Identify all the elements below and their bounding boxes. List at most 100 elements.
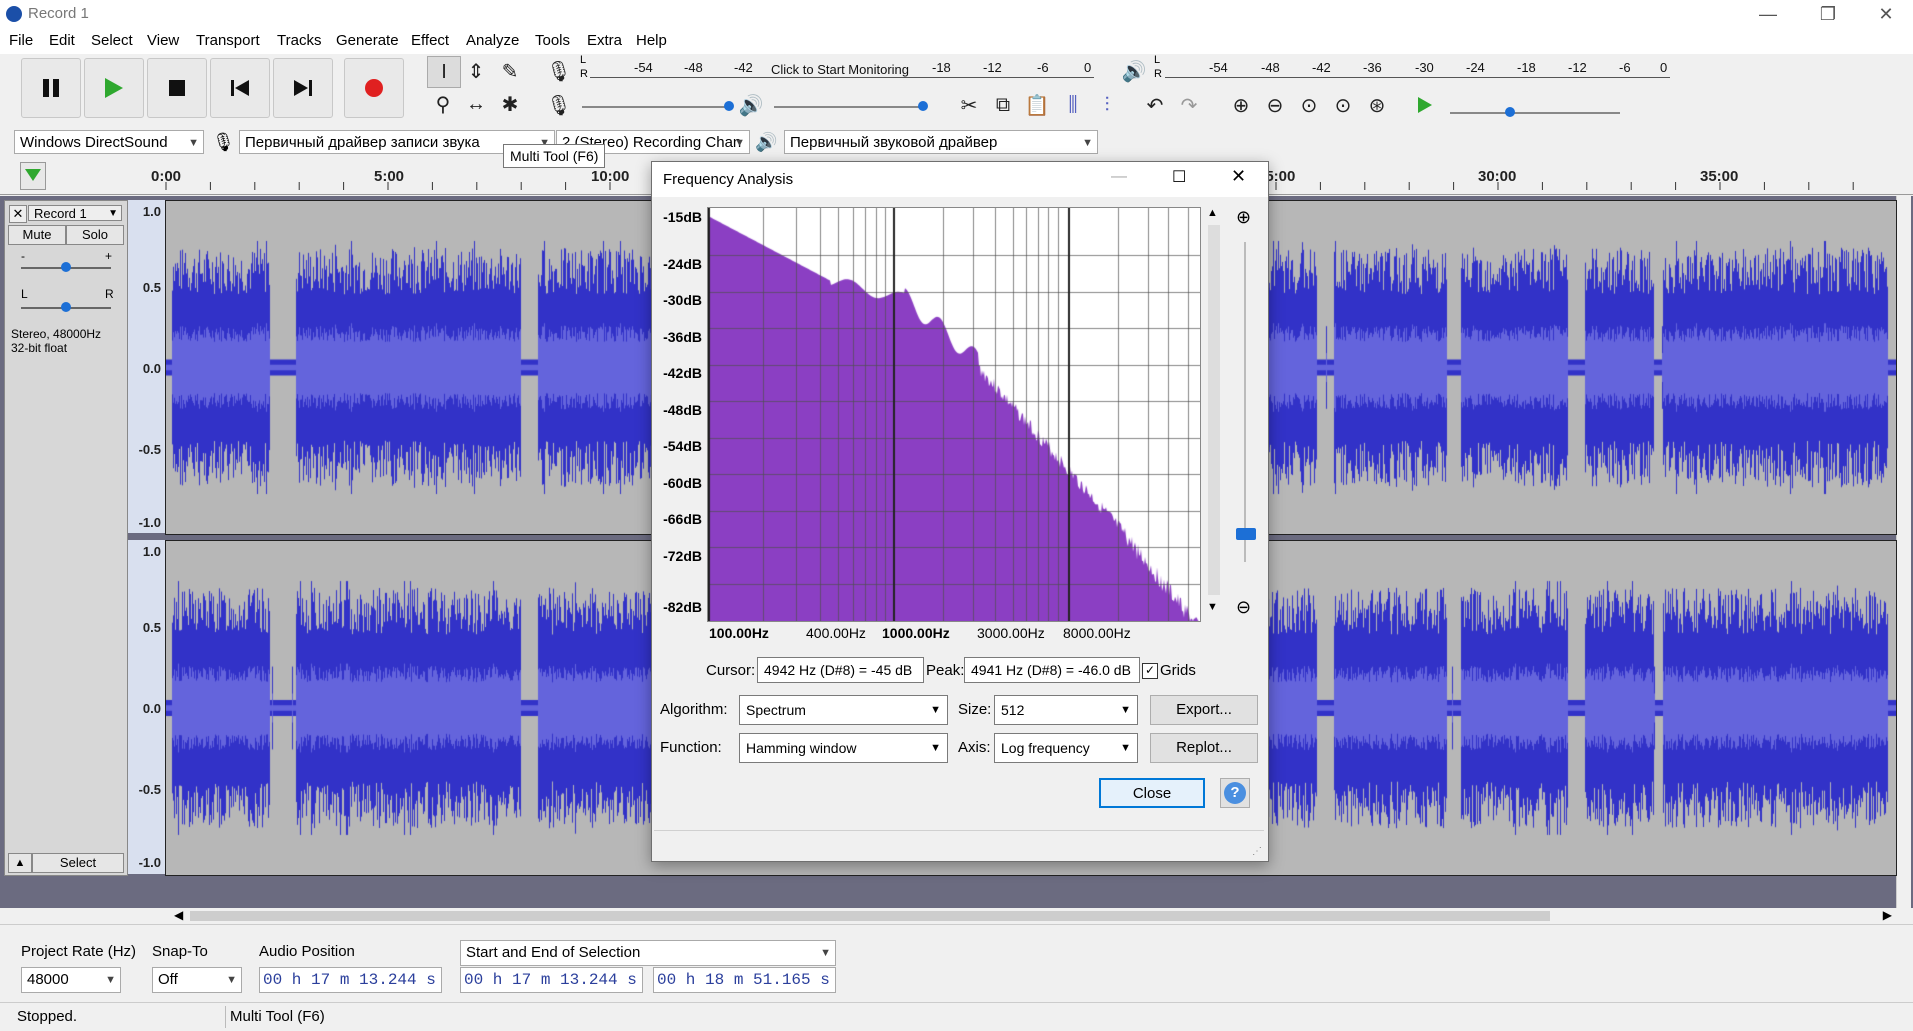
peak-value: 4941 Hz (D#8) = -46.0 dB	[971, 662, 1131, 678]
audio-host-dropdown[interactable]: Windows DirectSound ▼	[14, 130, 204, 154]
play-at-speed-button[interactable]	[1409, 90, 1441, 120]
zoom-out-icon[interactable]: ⊖	[1236, 597, 1251, 618]
pause-button[interactable]	[21, 58, 81, 118]
dialog-close-x-button[interactable]: ✕	[1231, 166, 1246, 187]
pan-l-label: L	[21, 287, 28, 301]
multi-tool-button[interactable]: ✱	[494, 89, 526, 119]
algorithm-dropdown[interactable]: Spectrum ▼	[739, 695, 948, 725]
track-close-button[interactable]: ✕	[9, 205, 27, 223]
zoom-slider-thumb[interactable]	[1236, 528, 1256, 540]
record-volume-slider[interactable]	[582, 101, 734, 111]
snap-to-dropdown[interactable]: Off ▼	[152, 967, 242, 993]
menu-file[interactable]: File	[9, 32, 33, 49]
trim-button[interactable]: ⫼	[1057, 90, 1089, 120]
scroll-left-icon[interactable]: ◀	[174, 908, 183, 922]
playback-volume-slider[interactable]	[774, 101, 928, 111]
record-meter-button[interactable]: 🎙	[543, 56, 575, 86]
scroll-right-icon[interactable]: ▶	[1883, 908, 1892, 922]
cut-button[interactable]: ✂	[953, 90, 985, 120]
gain-slider[interactable]	[21, 262, 111, 272]
trim-icon: ⫼	[1068, 93, 1078, 116]
export-button[interactable]: Export...	[1150, 695, 1258, 725]
fit-project-button[interactable]: ⊙	[1327, 90, 1359, 120]
record-volume-thumb[interactable]	[724, 101, 734, 111]
playback-device-dropdown[interactable]: Первичный звуковой драйвер ▼	[784, 130, 1098, 154]
track-select-button[interactable]: Select	[32, 853, 124, 873]
paste-button[interactable]: 📋	[1021, 90, 1053, 120]
envelope-tool-button[interactable]: ⇕	[460, 56, 492, 86]
pan-slider[interactable]	[21, 302, 111, 312]
audio-position-field[interactable]: 00 h 17 m 13.244 s	[259, 967, 442, 993]
grids-checkbox[interactable]: ✓	[1142, 663, 1158, 679]
menu-tools[interactable]: Tools	[535, 32, 570, 49]
pan-thumb[interactable]	[61, 302, 71, 312]
vertical-scrollbar[interactable]	[1896, 196, 1911, 908]
skip-to-start-button[interactable]	[210, 58, 270, 118]
gain-thumb[interactable]	[61, 262, 71, 272]
menu-tracks[interactable]: Tracks	[277, 32, 321, 49]
mute-button[interactable]: Mute	[8, 225, 66, 245]
dialog-maximize-button[interactable]: ☐	[1172, 167, 1186, 187]
dialog-minimize-button[interactable]: —	[1111, 168, 1127, 186]
record-button[interactable]	[344, 58, 404, 118]
restore-button[interactable]: ❐	[1805, 2, 1851, 26]
spectrum-scrollbar[interactable]: ▲ ▼	[1204, 207, 1224, 620]
zoom-in-icon[interactable]: ⊕	[1236, 207, 1251, 228]
zoom-tool-button[interactable]: ⚲	[427, 89, 459, 119]
menu-transport[interactable]: Transport	[196, 32, 260, 49]
redo-button[interactable]: ↷	[1173, 90, 1205, 120]
menu-generate[interactable]: Generate	[336, 32, 399, 49]
time-shift-tool-button[interactable]: ↔	[460, 89, 492, 119]
stop-button[interactable]	[147, 58, 207, 118]
close-button[interactable]: Close	[1099, 778, 1205, 808]
copy-button[interactable]: ⧉	[987, 90, 1019, 120]
playback-meter-button[interactable]: 🔊	[1118, 56, 1150, 86]
solo-button[interactable]: Solo	[66, 225, 124, 245]
zoom-slider[interactable]	[1236, 242, 1256, 562]
help-button[interactable]: ?	[1220, 778, 1250, 808]
selection-tool-button[interactable]: I	[427, 56, 461, 88]
menu-extra[interactable]: Extra	[587, 32, 622, 49]
play-button[interactable]	[84, 58, 144, 118]
replot-button[interactable]: Replot...	[1150, 733, 1258, 763]
playback-meter[interactable]: -54 -48 -42 -36 -30 -24 -18 -12 -6 0	[1165, 58, 1670, 80]
resize-grip-icon[interactable]: ⋰	[1252, 846, 1262, 857]
record-meter[interactable]: -54 -48 -42 Click to Start Monitoring -1…	[590, 58, 1094, 80]
menu-effect[interactable]: Effect	[411, 32, 449, 49]
rec-monitor-label[interactable]: Click to Start Monitoring	[771, 62, 909, 77]
size-dropdown[interactable]: 512 ▼	[994, 695, 1138, 725]
zoom-in-button[interactable]: ⊕	[1225, 90, 1257, 120]
function-dropdown[interactable]: Hamming window ▼	[739, 733, 948, 763]
selection-toolbar: Project Rate (Hz) 48000 ▼ Snap-To Off ▼ Au…	[0, 924, 1913, 1003]
menu-view[interactable]: View	[147, 32, 179, 49]
scroll-up-icon[interactable]: ▲	[1207, 207, 1218, 219]
play-speed-thumb[interactable]	[1505, 107, 1515, 117]
menu-analyze[interactable]: Analyze	[466, 32, 519, 49]
minimize-button[interactable]: —	[1745, 2, 1791, 26]
undo-button[interactable]: ↶	[1139, 90, 1171, 120]
fit-selection-button[interactable]: ⊙	[1293, 90, 1325, 120]
axis-dropdown[interactable]: Log frequency ▼	[994, 733, 1138, 763]
selection-mode-dropdown[interactable]: Start and End of Selection ▼	[460, 940, 836, 966]
draw-tool-button[interactable]: ✎	[494, 56, 526, 86]
spectrum-scroll-track[interactable]	[1208, 225, 1220, 595]
menu-select[interactable]: Select	[91, 32, 133, 49]
project-rate-dropdown[interactable]: 48000 ▼	[21, 967, 121, 993]
close-window-button[interactable]: ✕	[1863, 2, 1909, 26]
selection-end-field[interactable]: 00 h 18 m 51.165 s	[653, 967, 836, 993]
horizontal-scrollbar[interactable]: ◀ ▶	[170, 908, 1896, 924]
scroll-down-icon[interactable]: ▼	[1207, 601, 1218, 613]
playback-volume-thumb[interactable]	[918, 101, 928, 111]
track-name-menu[interactable]: Record 1 ▼	[28, 205, 122, 221]
play-speed-slider[interactable]	[1450, 107, 1620, 117]
zoom-out-button[interactable]: ⊖	[1259, 90, 1291, 120]
spectrum-plot[interactable]	[707, 207, 1201, 622]
selection-start-field[interactable]: 00 h 17 m 13.244 s	[460, 967, 643, 993]
zoom-toggle-button[interactable]: ⊛	[1361, 90, 1393, 120]
silence-button[interactable]: ⫶	[1091, 90, 1123, 120]
skip-to-end-button[interactable]	[273, 58, 333, 118]
collapse-button[interactable]: ▲	[8, 853, 32, 873]
menu-edit[interactable]: Edit	[49, 32, 75, 49]
scroll-thumb[interactable]	[190, 911, 1550, 921]
menu-help[interactable]: Help	[636, 32, 667, 49]
